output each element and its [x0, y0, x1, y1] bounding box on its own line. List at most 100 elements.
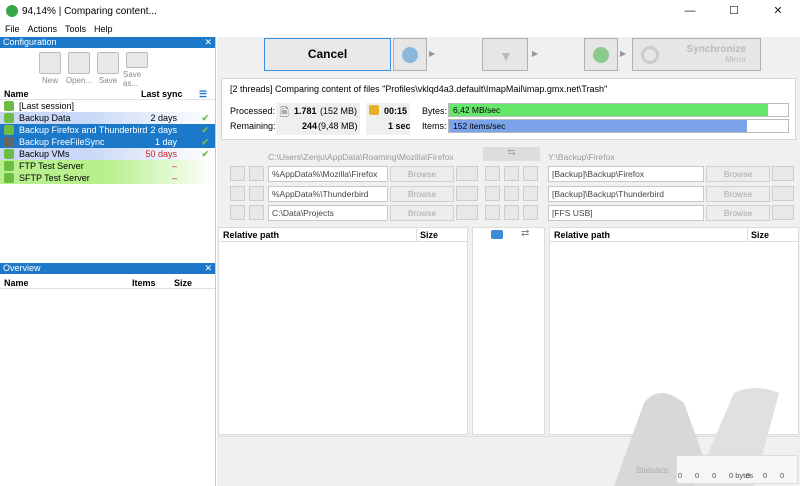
camera-icon[interactable]: [491, 230, 503, 239]
config-row-last-sync: –: [171, 161, 177, 171]
open-config-button[interactable]: Open...: [65, 52, 93, 88]
right-grid-header: Relative path Size: [550, 228, 798, 242]
config-row-name: Backup FreeFileSync: [19, 137, 105, 147]
open-folder-icon: [68, 52, 90, 74]
list-view-icon[interactable]: ☰: [199, 88, 215, 99]
pair-remove-icon[interactable]: [249, 166, 264, 181]
left-browse-button[interactable]: Browse: [390, 186, 454, 202]
compare-config-gear-icon[interactable]: [485, 205, 500, 220]
menu-actions[interactable]: Actions: [28, 24, 58, 34]
compare-variant-chevron-icon[interactable]: ▶: [429, 49, 435, 58]
overview-close-icon[interactable]: ✕: [204, 263, 212, 274]
config-row[interactable]: SFTP Test Server –: [0, 172, 215, 184]
left-folder-input[interactable]: %AppData%\Thunderbird: [268, 186, 388, 202]
configuration-close-icon[interactable]: ✕: [204, 37, 212, 48]
sync-config-icon: [4, 161, 14, 171]
bytes-rate: 6,42 MB/sec: [453, 105, 501, 115]
save-config-button[interactable]: Save: [94, 52, 122, 88]
minimize-button[interactable]: —: [668, 0, 712, 22]
config-row-name: Backup Data: [19, 113, 71, 123]
config-row[interactable]: Backup FreeFileSync 1 day ✔: [0, 136, 215, 148]
col-last-sync[interactable]: Last sync: [141, 88, 199, 99]
config-row-name: SFTP Test Server: [19, 173, 90, 183]
left-col-size[interactable]: Size: [416, 228, 438, 242]
filter-config-icon[interactable]: [504, 205, 519, 220]
left-cloud-icon[interactable]: [456, 166, 478, 181]
left-cloud-icon[interactable]: [456, 186, 478, 201]
filter-config-icon[interactable]: [504, 166, 519, 181]
swap-sides-button[interactable]: ⇆: [483, 147, 540, 161]
left-browse-button[interactable]: Browse: [390, 205, 454, 221]
left-folder-input[interactable]: C:\Data\Projects: [268, 205, 388, 221]
sync-config-icon: [4, 113, 14, 123]
pair-add-remove-icon[interactable]: [230, 166, 245, 181]
pair-add-remove-icon[interactable]: [230, 186, 245, 201]
config-row[interactable]: Backup VMs 50 days ✔: [0, 148, 215, 160]
sync-config-gear-icon[interactable]: [523, 205, 538, 220]
remaining-label: Remaining:: [230, 121, 276, 131]
right-cloud-icon[interactable]: [772, 186, 794, 201]
config-row-name: FTP Test Server: [19, 161, 84, 171]
right-cloud-icon[interactable]: [772, 205, 794, 220]
gear-icon: [402, 47, 418, 63]
right-root-path: Y:\Backup\Firefox: [548, 152, 615, 162]
pair-add-remove-icon[interactable]: [230, 205, 245, 220]
maximize-button[interactable]: ☐: [712, 0, 756, 22]
configuration-header: Configuration ✕: [0, 37, 215, 48]
statistic-value: 0: [780, 471, 785, 480]
compare-config-gear-icon[interactable]: [485, 166, 500, 181]
right-folder-input[interactable]: [Backup]\Backup\Firefox: [548, 166, 704, 182]
right-cloud-icon[interactable]: [772, 166, 794, 181]
config-row-last-sync: 2 days: [150, 125, 177, 135]
statistics-values: 0000 bytes 0 0 0: [678, 458, 798, 484]
config-row[interactable]: FTP Test Server –: [0, 160, 215, 172]
synchronize-button[interactable]: Synchronize Mirror: [632, 38, 761, 71]
overview-col-name[interactable]: Name: [4, 277, 132, 288]
menu-file[interactable]: File: [5, 24, 20, 34]
menu-tools[interactable]: Tools: [65, 24, 86, 34]
compare-config-gear-icon[interactable]: [485, 186, 500, 201]
right-browse-button[interactable]: Browse: [706, 205, 770, 221]
filter-chevron-icon[interactable]: ▶: [532, 49, 538, 58]
sync-config-gear-icon[interactable]: [523, 166, 538, 181]
right-folder-input[interactable]: [Backup]\Backup\Thunderbird: [548, 186, 704, 202]
left-browse-button[interactable]: Browse: [390, 166, 454, 182]
left-grid: [218, 227, 468, 435]
left-cloud-icon[interactable]: [456, 205, 478, 220]
left-folder-input[interactable]: %AppData%\Mozilla\Firefox: [268, 166, 388, 182]
sync-variant-chevron-icon[interactable]: ▶: [620, 49, 626, 58]
left-col-relative-path[interactable]: Relative path: [223, 230, 279, 240]
menu-help[interactable]: Help: [94, 24, 113, 34]
right-folder-input[interactable]: [FFS USB]: [548, 205, 704, 221]
save-as-config-button[interactable]: Save as...: [123, 52, 151, 88]
config-row-last-sync: –: [171, 173, 177, 183]
config-row[interactable]: Backup Firefox and Thunderbird 2 days ✔: [0, 124, 215, 136]
cancel-button[interactable]: Cancel: [264, 38, 391, 71]
col-name[interactable]: Name: [4, 88, 141, 99]
left-root-path: C:\Users\Zenju\AppData\Roaming\Mozilla\F…: [268, 152, 454, 162]
config-row[interactable]: Backup Data 2 days ✔: [0, 112, 215, 124]
sync-config-gear-icon[interactable]: [523, 186, 538, 201]
sync-settings-button[interactable]: [584, 38, 618, 71]
new-config-button[interactable]: New: [36, 52, 64, 88]
overview-col-size[interactable]: Size: [174, 277, 204, 288]
right-browse-button[interactable]: Browse: [706, 166, 770, 182]
new-file-icon: [39, 52, 61, 74]
processed-label: Processed:: [230, 106, 276, 116]
compare-settings-button[interactable]: [393, 38, 427, 71]
overview-header: Overview ✕: [0, 263, 215, 274]
pair-remove-icon[interactable]: [249, 205, 264, 220]
sync-config-icon: [4, 173, 14, 183]
filter-button[interactable]: ▼: [482, 38, 528, 71]
config-row[interactable]: [Last session]: [0, 100, 215, 112]
close-button[interactable]: ✕: [756, 0, 800, 22]
statistic-value: 0: [746, 471, 751, 480]
sync-direction-icon[interactable]: ⇄: [521, 228, 529, 239]
right-col-size[interactable]: Size: [747, 228, 769, 242]
right-browse-button[interactable]: Browse: [706, 186, 770, 202]
pair-remove-icon[interactable]: [249, 186, 264, 201]
filter-config-icon[interactable]: [504, 186, 519, 201]
right-col-relative-path[interactable]: Relative path: [554, 230, 610, 240]
overview-col-items[interactable]: Items: [132, 277, 174, 288]
config-toolbar: New Open... Save Save as...: [0, 48, 215, 88]
